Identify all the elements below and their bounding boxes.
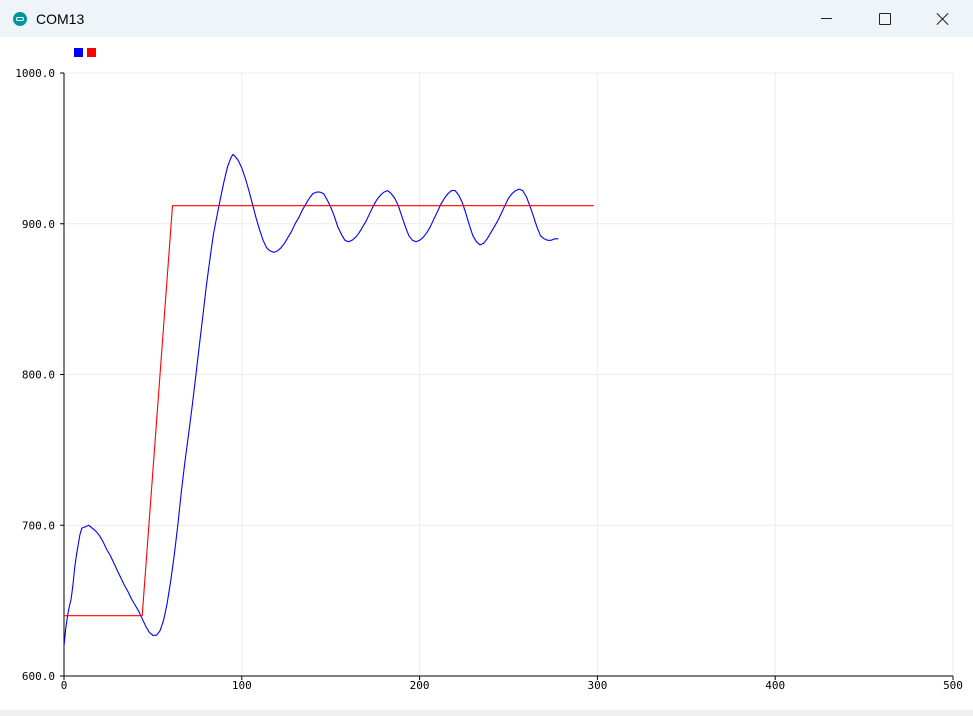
x-tick-label: 0 <box>61 679 68 692</box>
y-tick-label: 800.0 <box>22 369 55 382</box>
x-tick-label: 300 <box>587 679 607 692</box>
y-tick-label: 900.0 <box>22 218 55 231</box>
title-bar[interactable]: COM13 <box>0 0 973 37</box>
bottom-bar <box>0 710 973 716</box>
maximize-button[interactable] <box>856 0 914 37</box>
maximize-icon <box>879 13 891 25</box>
arduino-icon <box>13 12 27 26</box>
x-tick-label: 200 <box>410 679 430 692</box>
y-tick-label: 700.0 <box>22 519 55 532</box>
window-title: COM13 <box>36 11 85 27</box>
minimize-icon <box>821 18 832 19</box>
x-tick-label: 400 <box>765 679 785 692</box>
minimize-button[interactable] <box>798 0 856 37</box>
x-tick-label: 500 <box>943 679 963 692</box>
y-tick-label: 600.0 <box>22 670 55 683</box>
series-line-2 <box>64 205 594 617</box>
close-icon <box>936 12 950 26</box>
y-tick-label: 1000.0 <box>15 67 55 80</box>
plot-area: 0 100 200 300 400 500 600.0 700.0 800.0 900.0 1000… <box>15 67 963 692</box>
serial-plotter-window: COM13 0 100 200 300 400 500 600.0 700.0 800.0 900… <box>0 0 973 716</box>
x-tick-label: 100 <box>232 679 252 692</box>
close-button[interactable] <box>914 0 972 37</box>
series-line-1 <box>63 153 559 646</box>
